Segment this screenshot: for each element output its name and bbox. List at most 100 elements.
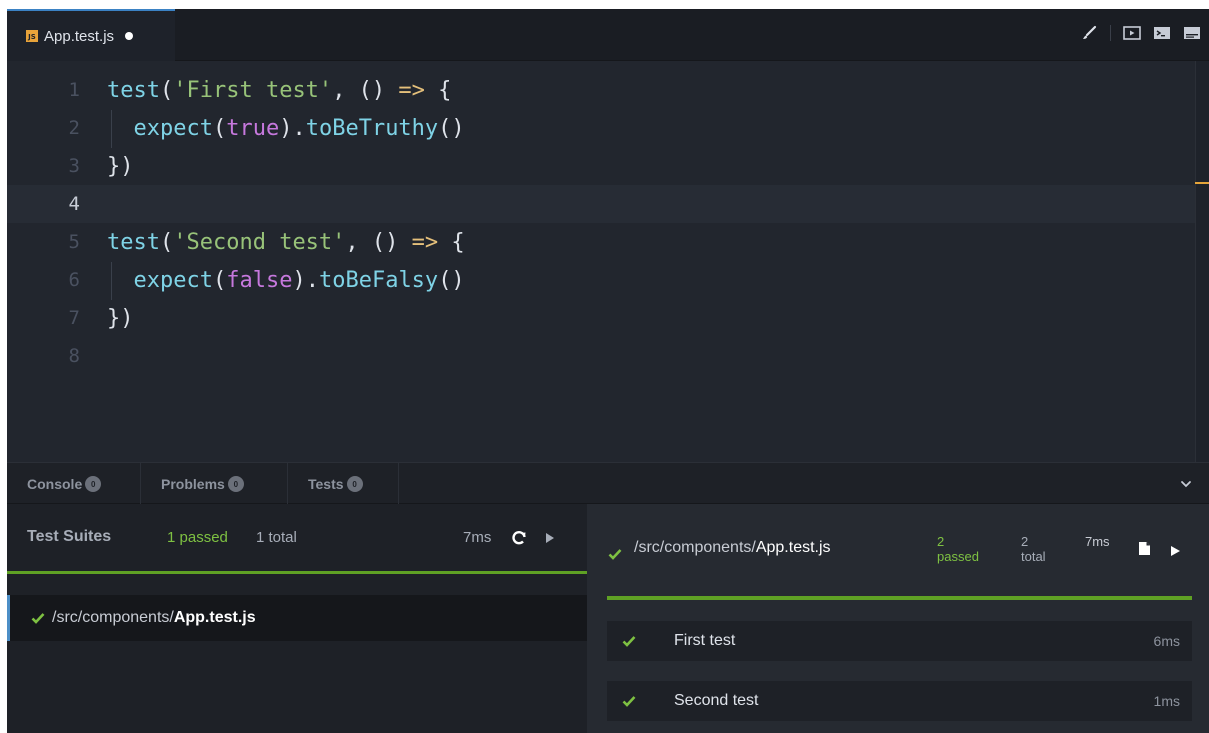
code-line[interactable]: 8 <box>7 337 1195 375</box>
code-token: expect <box>133 267 213 293</box>
code-text: expect(true).toBeTruthy() <box>92 109 465 148</box>
unsaved-dot-icon[interactable] <box>125 32 134 40</box>
code-token: toBeTruthy <box>305 115 439 141</box>
code-text: test('First test', () => { <box>92 78 451 103</box>
test-duration: 6ms <box>1153 633 1180 649</box>
tab-problems[interactable]: Problems 0 <box>141 463 288 505</box>
code-token: 'First test' <box>173 77 333 103</box>
code-token: }) <box>107 153 134 179</box>
code-line[interactable]: 3}) <box>7 147 1195 185</box>
suites-total-count: 1 total <box>256 529 297 546</box>
tab-app-test-js[interactable]: JS App.test.js <box>7 9 175 61</box>
test-suites-title: Test Suites <box>27 528 112 545</box>
code-token: { <box>424 77 452 103</box>
line-number: 6 <box>68 269 80 291</box>
suites-duration: 7ms <box>463 529 492 546</box>
code-token: ). <box>279 115 306 141</box>
test-suite-row[interactable]: /src/components/App.test.js <box>7 595 587 641</box>
code-token: test <box>107 229 160 255</box>
play-icon[interactable] <box>544 531 556 545</box>
test-row[interactable]: Second test 1ms <box>607 681 1192 721</box>
code-token: ( <box>212 267 227 293</box>
file-icon[interactable] <box>1138 541 1151 556</box>
code-token: test <box>107 77 160 103</box>
bottom-panel-tabs: Console 0 Problems 0 Tests 0 <box>7 462 1209 505</box>
code-token: () <box>438 267 465 293</box>
test-suites-header: Test Suites 1 passed 1 total 7ms <box>7 504 587 574</box>
tab-console-label: Console <box>27 476 83 492</box>
tab-tests[interactable]: Tests 0 <box>288 463 399 505</box>
test-suites-pane: Test Suites 1 passed 1 total 7ms /src/co… <box>7 504 587 733</box>
code-token: }) <box>107 305 134 331</box>
code-token: ). <box>292 267 319 293</box>
test-duration: 1ms <box>1153 693 1180 709</box>
code-line[interactable]: 5 test('Second test', () => { <box>7 223 1195 261</box>
code-line[interactable]: 1 test('First test', () => { <box>7 71 1195 109</box>
line-number: 1 <box>68 79 80 101</box>
line-number: 4 <box>68 193 80 215</box>
code-token: { <box>438 229 465 255</box>
tests-count-badge: 0 <box>346 476 363 492</box>
test-name: First test <box>674 632 736 649</box>
toolbar-divider <box>1110 25 1111 41</box>
line-number: 2 <box>68 117 80 139</box>
code-token: () <box>438 115 465 141</box>
indent-guide <box>111 261 112 300</box>
code-token: true <box>226 115 280 141</box>
results-progress-bar <box>607 596 1192 600</box>
line-number: 8 <box>68 345 80 367</box>
code-token: => <box>398 77 425 103</box>
editor-tab-bar: JS App.test.js <box>7 9 1209 61</box>
code-line[interactable]: 7}) <box>7 299 1195 337</box>
code-token: => <box>411 229 439 255</box>
code-line[interactable]: 4 <box>7 185 1195 223</box>
code-editor[interactable]: 1 test('First test', () => {2 expect(true… <box>7 61 1195 462</box>
code-text: }) <box>92 306 134 331</box>
indent-guide <box>111 109 112 148</box>
tab-console[interactable]: Console 0 <box>7 463 141 505</box>
code-line[interactable]: 2 expect(true).toBeTruthy() <box>7 109 1195 148</box>
code-token: 'Second test' <box>173 229 346 255</box>
tab-title: App.test.js <box>44 27 115 45</box>
code-sandbox-window: JS App.test.js 1 test('First test', () =>… <box>7 9 1209 733</box>
results-file-path: /src/components/App.test.js <box>634 539 831 556</box>
code-text: test('Second test', () => { <box>92 230 465 255</box>
code-token: toBeFalsy <box>318 267 439 293</box>
brush-icon[interactable] <box>1080 24 1098 42</box>
code-line[interactable]: 6 expect(false).toBeFalsy() <box>7 261 1195 300</box>
check-icon <box>622 636 636 647</box>
js-file-icon: JS <box>26 30 38 42</box>
code-token: ( <box>212 115 227 141</box>
code-token: , () <box>332 77 399 103</box>
terminal-icon[interactable] <box>1153 24 1171 42</box>
refresh-icon[interactable] <box>510 529 528 547</box>
line-number: 7 <box>68 307 80 329</box>
test-name: Second test <box>674 692 759 709</box>
check-icon <box>608 549 622 560</box>
suite-file-path: /src/components/App.test.js <box>52 609 256 626</box>
code-token: false <box>226 267 293 293</box>
line-number: 3 <box>68 155 80 177</box>
code-text: }) <box>92 154 134 179</box>
editor-scrollbar[interactable] <box>1195 61 1209 462</box>
console-count-badge: 0 <box>85 476 102 492</box>
test-results-pane: /src/components/App.test.js 2 passed 2 tot… <box>587 504 1209 733</box>
panel-icon[interactable] <box>1183 24 1201 42</box>
code-text: expect(false).toBeFalsy() <box>92 261 465 300</box>
play-icon[interactable] <box>1170 544 1181 556</box>
results-total-count: 2 total <box>1021 534 1046 564</box>
chevron-down-icon[interactable] <box>1177 475 1195 493</box>
check-icon <box>622 696 636 707</box>
tab-tests-label: Tests <box>308 476 344 492</box>
results-passed-count: 2 passed <box>937 534 979 564</box>
editor-toolbar <box>1068 24 1201 42</box>
suites-passed-count: 1 passed <box>167 529 228 546</box>
code-token: ( <box>159 77 174 103</box>
test-row[interactable]: First test 6ms <box>607 621 1192 661</box>
modified-line-marker <box>1195 182 1209 184</box>
code-token: ( <box>159 229 174 255</box>
check-icon <box>31 613 45 624</box>
preview-icon[interactable] <box>1123 24 1141 42</box>
problems-count-badge: 0 <box>227 476 244 492</box>
code-token: , () <box>345 229 412 255</box>
